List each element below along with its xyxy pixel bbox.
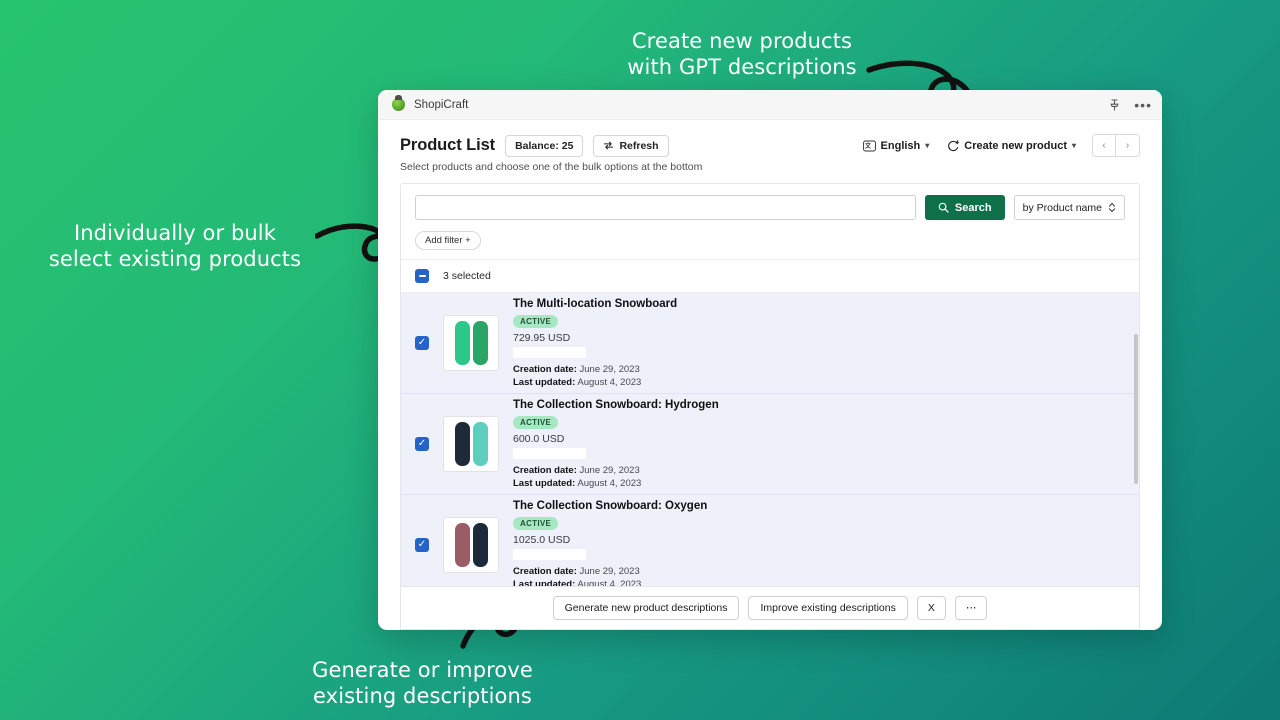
updated-date-label: Last updated:: [513, 377, 575, 388]
creation-date-value: June 29, 2023: [580, 566, 640, 577]
product-description-placeholder: [513, 347, 586, 358]
product-dates: Creation date: June 29, 2023 Last updated…: [513, 363, 1125, 389]
add-filter-button[interactable]: Add filter +: [415, 231, 481, 250]
product-row[interactable]: ✓ The Multi-location Snowboard ACTIVE 729.9…: [401, 293, 1139, 394]
product-checkbox[interactable]: ✓: [415, 437, 429, 451]
search-input[interactable]: [415, 195, 916, 220]
chevron-down-icon: ▾: [925, 141, 929, 150]
refresh-label: Refresh: [619, 140, 658, 152]
page-header: Product List Balance: 25 Refresh 文 Engli…: [378, 120, 1162, 183]
search-icon: [938, 202, 949, 213]
product-name: The Multi-location Snowboard: [513, 298, 1125, 310]
creation-date-value: June 29, 2023: [580, 465, 640, 476]
language-label: English: [881, 140, 921, 152]
product-price: 1025.0 USD: [513, 534, 1125, 546]
product-price: 729.95 USD: [513, 332, 1125, 344]
product-thumbnail: [443, 315, 499, 371]
close-bulk-bar-button[interactable]: X: [917, 596, 946, 620]
pagination-prev-button[interactable]: ‹: [1093, 135, 1116, 156]
creation-date-label: Creation date:: [513, 465, 577, 476]
search-button-label: Search: [955, 202, 992, 214]
improve-descriptions-button[interactable]: Improve existing descriptions: [748, 596, 907, 620]
chevron-down-icon: ▾: [1072, 141, 1076, 150]
creation-date-value: June 29, 2023: [580, 364, 640, 375]
product-list: ✓ The Multi-location Snowboard ACTIVE 729.9…: [401, 293, 1139, 596]
create-new-product-button[interactable]: Create new product ▾: [947, 140, 1076, 152]
updated-date-label: Last updated:: [513, 478, 575, 489]
status-badge: ACTIVE: [513, 517, 558, 530]
app-title: ShopiCraft: [414, 99, 468, 111]
create-new-product-label: Create new product: [964, 140, 1067, 152]
creation-date-label: Creation date:: [513, 566, 577, 577]
sparkle-circle-icon: [947, 140, 959, 152]
chevron-updown-icon: [1108, 202, 1116, 213]
title-bar: ShopiCraft •••: [378, 90, 1162, 120]
balance-chip[interactable]: Balance: 25: [505, 135, 583, 157]
product-row[interactable]: ✓ The Collection Snowboard: Hydrogen ACTIV…: [401, 394, 1139, 495]
status-badge: ACTIVE: [513, 315, 558, 328]
refresh-icon: [603, 140, 614, 151]
product-name: The Collection Snowboard: Oxygen: [513, 500, 1125, 512]
search-scope-label: by Product name: [1023, 202, 1102, 214]
pin-icon[interactable]: [1109, 99, 1120, 111]
page-header-row: Product List Balance: 25 Refresh 文 Engli…: [400, 134, 1140, 157]
select-all-checkbox[interactable]: [415, 269, 429, 283]
pagination-next-button[interactable]: ›: [1116, 135, 1139, 156]
product-price: 600.0 USD: [513, 433, 1125, 445]
creation-date-label: Creation date:: [513, 364, 577, 375]
page-subtitle: Select products and choose one of the bu…: [400, 161, 1140, 173]
updated-date-value: August 4, 2023: [577, 377, 641, 388]
refresh-button[interactable]: Refresh: [593, 135, 668, 157]
product-thumbnail: [443, 517, 499, 573]
product-checkbox[interactable]: ✓: [415, 538, 429, 552]
filter-row: Add filter +: [401, 229, 1139, 260]
product-checkbox[interactable]: ✓: [415, 336, 429, 350]
balance-label: Balance: 25: [515, 140, 573, 152]
product-thumbnail: [443, 416, 499, 472]
svg-text:文: 文: [864, 142, 872, 150]
more-bulk-actions-button[interactable]: ⋯: [955, 596, 988, 620]
generate-descriptions-button[interactable]: Generate new product descriptions: [553, 596, 740, 620]
product-description-placeholder: [513, 549, 586, 560]
product-description-placeholder: [513, 448, 586, 459]
app-logo-icon: [392, 98, 405, 111]
product-info: The Multi-location Snowboard ACTIVE 729.95…: [513, 298, 1125, 389]
annotation-left: Individually or bulk select existing pro…: [30, 220, 320, 272]
status-badge: ACTIVE: [513, 416, 558, 429]
search-scope-select[interactable]: by Product name: [1014, 195, 1125, 220]
more-options-icon[interactable]: •••: [1134, 100, 1152, 110]
product-row[interactable]: ✓ The Collection Snowboard: Oxygen ACTIVE 1…: [401, 495, 1139, 596]
product-info: The Collection Snowboard: Hydrogen ACTIVE…: [513, 399, 1125, 490]
selected-count-label: 3 selected: [443, 270, 491, 282]
product-info: The Collection Snowboard: Oxygen ACTIVE 10…: [513, 500, 1125, 591]
select-all-row: 3 selected: [401, 260, 1139, 293]
page-title: Product List: [400, 136, 495, 155]
pagination: ‹ ›: [1092, 134, 1140, 157]
updated-date-value: August 4, 2023: [577, 478, 641, 489]
translate-icon: 文: [863, 140, 876, 152]
language-selector[interactable]: 文 English ▾: [863, 140, 930, 152]
search-button[interactable]: Search: [925, 195, 1005, 220]
product-name: The Collection Snowboard: Hydrogen: [513, 399, 1125, 411]
annotation-bottom: Generate or improve existing description…: [295, 657, 550, 709]
app-window: ShopiCraft ••• Product List Balance: 25 …: [378, 90, 1162, 630]
product-dates: Creation date: June 29, 2023 Last updated…: [513, 464, 1125, 490]
content-scrollbar[interactable]: [1134, 334, 1138, 484]
annotation-top: Create new products with GPT description…: [607, 28, 877, 80]
bulk-actions-bar: Generate new product descriptions Improve…: [401, 586, 1139, 629]
search-row: Search by Product name: [401, 184, 1139, 229]
content-card: Search by Product name Add filter + 3 se…: [400, 183, 1140, 630]
